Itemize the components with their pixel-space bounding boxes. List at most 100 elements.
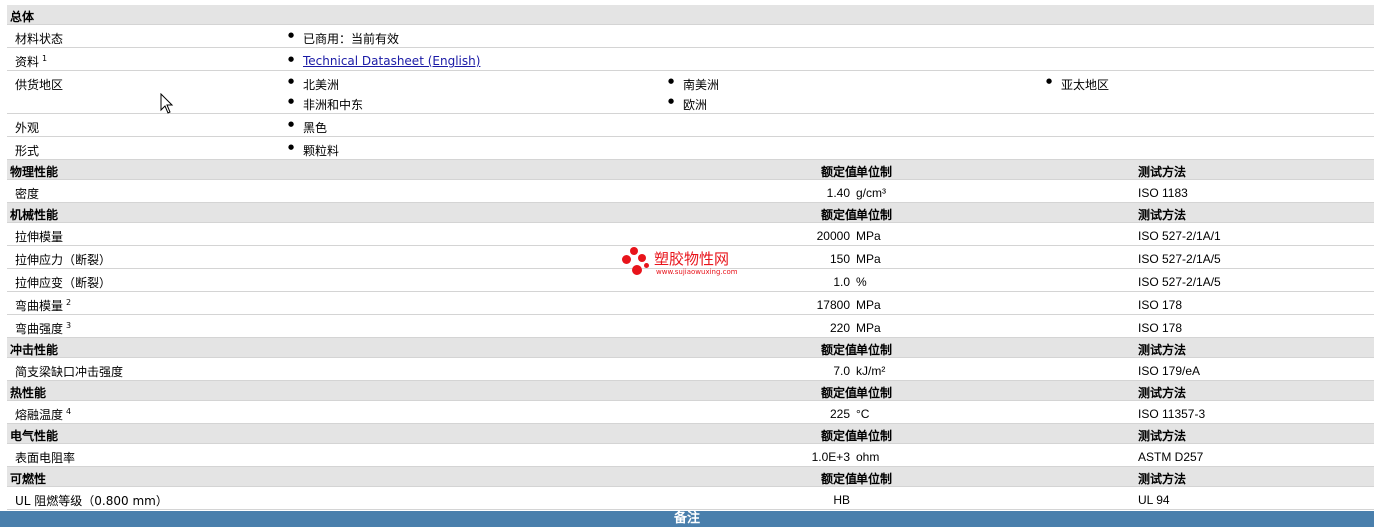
property-label: UL 阻燃等级（0.800 mm）	[15, 492, 168, 509]
property-name: 表面电阻率	[15, 451, 76, 465]
footnote-ref: 3	[66, 321, 72, 330]
appearance-value: 黑色	[288, 119, 327, 136]
col-nominal: 额定值	[820, 429, 857, 443]
footnote-ref: 4	[66, 407, 72, 416]
property-label: 弯曲强度 3	[15, 320, 71, 337]
watermark-brand: 塑胶物性网	[654, 250, 730, 268]
property-value: 1.0	[833, 275, 850, 289]
mouse-cursor-icon	[160, 93, 174, 114]
row-documents: 资料1 Technical Datasheet (English)	[7, 48, 1374, 71]
test-method: ISO 178	[1138, 321, 1183, 335]
property-row: 弯曲强度 3 220 MPa ISO 178	[7, 315, 1374, 338]
watermark-url: www.sujiaowuxing.com	[656, 268, 738, 276]
section-title: 热性能	[10, 386, 47, 400]
section-title: 可燃性	[10, 472, 47, 486]
col-nominal: 额定值	[820, 165, 857, 179]
property-label: 简支梁缺口冲击强度	[15, 363, 123, 380]
section-title: 总体	[10, 10, 35, 24]
property-value: 7.0	[833, 364, 850, 378]
test-method: ASTM D257	[1138, 450, 1204, 464]
property-value: 225	[829, 407, 850, 421]
region-item: 北美洲	[288, 76, 339, 93]
property-label: 弯曲模量 2	[15, 297, 71, 314]
property-row: 拉伸模量 20000 MPa ISO 527-2/1A/1	[7, 223, 1374, 246]
col-unit: 单位制	[856, 386, 893, 400]
property-label: 密度	[15, 185, 39, 202]
col-nominal: 额定值	[820, 472, 857, 486]
section-header: 电气性能 额定值 单位制 测试方法	[7, 424, 1374, 444]
test-method: ISO 179/eA	[1138, 364, 1201, 378]
property-sections: 物理性能 额定值 单位制 测试方法 密度 1.40 g/cm³ ISO 1183 机械性能 额定值…	[7, 160, 1374, 510]
col-method: 测试方法	[1138, 429, 1187, 443]
footnote-ref: 2	[66, 298, 72, 307]
property-unit: MPa	[856, 298, 881, 312]
region-item: 非洲和中东	[288, 96, 363, 113]
row-material-status: 材料状态 已商用：当前有效	[7, 25, 1374, 48]
col-unit: 单位制	[856, 208, 893, 222]
row-label: 外观	[15, 121, 40, 135]
notes-header: 备注	[0, 511, 1374, 527]
section-header: 物理性能 额定值 单位制 测试方法	[7, 160, 1374, 180]
property-value: 1.0E+3	[811, 450, 850, 464]
col-method: 测试方法	[1138, 208, 1187, 222]
row-regions: 供货地区 北美洲 南美洲 亚太地区 非洲和中东 欧洲	[7, 71, 1374, 114]
col-method: 测试方法	[1138, 386, 1187, 400]
property-unit: MPa	[856, 252, 881, 266]
col-method: 测试方法	[1138, 472, 1187, 486]
property-label: 拉伸应力（断裂）	[15, 251, 111, 268]
test-method: ISO 11357-3	[1138, 407, 1206, 421]
property-unit: %	[856, 275, 867, 289]
row-label: 供货地区	[15, 78, 64, 92]
property-row: 密度 1.40 g/cm³ ISO 1183	[7, 180, 1374, 203]
property-unit: °C	[856, 407, 870, 421]
property-label: 拉伸模量	[15, 228, 63, 245]
col-nominal: 额定值	[820, 208, 857, 222]
docs-label: 资料	[15, 55, 40, 69]
col-nominal: 额定值	[820, 343, 857, 357]
property-label: 拉伸应变（断裂）	[15, 274, 111, 291]
property-row: 简支梁缺口冲击强度 7.0 kJ/m² ISO 179/eA	[7, 358, 1374, 381]
property-name: 弯曲强度	[15, 322, 64, 336]
property-label: 表面电阻率	[15, 449, 75, 466]
property-name: 简支梁缺口冲击强度	[15, 365, 124, 379]
form-value: 颗粒料	[288, 142, 339, 159]
property-unit: ohm	[856, 450, 880, 464]
property-name: 拉伸应变（断裂）	[15, 276, 112, 290]
property-value: 220	[829, 321, 850, 335]
property-value: HB	[833, 493, 850, 507]
col-unit: 单位制	[856, 165, 893, 179]
property-value: 150	[829, 252, 850, 266]
section-title: 冲击性能	[10, 343, 59, 357]
footnote-ref: 1	[42, 54, 48, 63]
logo-dot	[630, 247, 638, 255]
logo-dot	[622, 255, 631, 264]
property-row: UL 阻燃等级（0.800 mm） HB UL 94	[7, 487, 1374, 510]
test-method: ISO 1183	[1138, 186, 1188, 200]
property-value: 17800	[816, 298, 850, 312]
section-title: 机械性能	[10, 208, 59, 222]
col-unit: 单位制	[856, 472, 893, 486]
row-label: 形式	[15, 144, 40, 158]
property-unit: MPa	[856, 229, 881, 243]
section-header-general: 总体	[7, 5, 1374, 25]
region-item: 欧洲	[668, 96, 707, 113]
logo-dot	[632, 265, 642, 275]
section-header: 冲击性能 额定值 单位制 测试方法	[7, 338, 1374, 358]
property-name: 熔融温度	[15, 408, 64, 422]
property-unit: kJ/m²	[856, 364, 886, 378]
col-method: 测试方法	[1138, 343, 1187, 357]
region-item: 南美洲	[668, 76, 719, 93]
property-unit: g/cm³	[856, 186, 886, 200]
section-header: 热性能 额定值 单位制 测试方法	[7, 381, 1374, 401]
property-name: 弯曲模量	[15, 299, 64, 313]
property-row: 弯曲模量 2 17800 MPa ISO 178	[7, 292, 1374, 315]
test-method: ISO 527-2/1A/5	[1138, 252, 1221, 266]
col-unit: 单位制	[856, 429, 893, 443]
section-header: 机械性能 额定值 单位制 测试方法	[7, 203, 1374, 223]
technical-datasheet-link[interactable]: Technical Datasheet (English)	[303, 54, 480, 68]
row-appearance: 外观 黑色	[7, 114, 1374, 137]
property-name: 拉伸应力（断裂）	[15, 253, 112, 267]
row-label: 材料状态	[15, 32, 64, 46]
logo-dot	[638, 254, 646, 262]
property-unit: MPa	[856, 321, 881, 335]
